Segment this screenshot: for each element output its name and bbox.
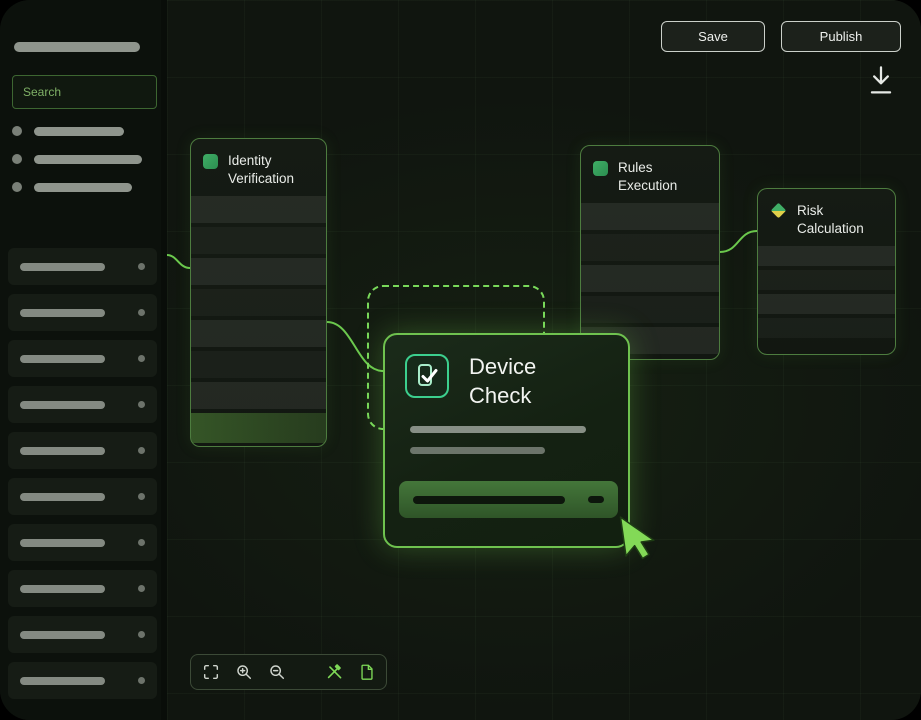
node-row-placeholder [191, 351, 326, 378]
sidebar-list-item[interactable] [8, 432, 157, 469]
drag-dot-icon [138, 309, 145, 316]
sidebar-nav-item[interactable] [12, 182, 142, 192]
sidebar-list-item[interactable] [8, 386, 157, 423]
drag-dot-icon [138, 677, 145, 684]
node-rows [191, 196, 326, 443]
row-label-placeholder [413, 496, 565, 504]
node-row-placeholder [191, 320, 326, 347]
item-label-placeholder [20, 585, 105, 593]
sidebar-list-item[interactable] [8, 616, 157, 653]
file-icon[interactable] [358, 663, 376, 681]
node-row-placeholder [191, 196, 326, 223]
node-row-placeholder [758, 246, 895, 266]
sidebar-nav [12, 126, 142, 210]
node-row-placeholder [758, 294, 895, 314]
workflow-editor-window: Save Publish Identity Verification [0, 0, 921, 720]
expand-icon[interactable] [202, 663, 220, 681]
node-rows [758, 246, 895, 338]
bullet-icon [12, 182, 22, 192]
wire-sidebar-to-identity [167, 255, 190, 268]
wire-rules-to-risk [720, 231, 757, 252]
node-row-placeholder [191, 289, 326, 316]
node-title: Device Check [469, 353, 579, 410]
drag-dot-icon [138, 447, 145, 454]
search-input[interactable] [12, 75, 157, 109]
node-header: Risk Calculation [758, 189, 895, 246]
node-row-placeholder [191, 227, 326, 254]
sidebar-block-list [8, 248, 157, 708]
drag-dot-icon [138, 539, 145, 546]
canvas-toolbar [190, 654, 387, 690]
node-header: Rules Execution [581, 146, 719, 203]
node-row-placeholder [581, 203, 719, 230]
node-header: Device Check [385, 335, 628, 410]
cursor-icon [611, 509, 664, 567]
node-title: Identity Verification [228, 152, 314, 188]
sidebar-title-placeholder [14, 42, 140, 52]
drag-dot-icon [138, 401, 145, 408]
node-row-placeholder [758, 318, 895, 338]
item-label-placeholder [20, 493, 105, 501]
node-row-placeholder [191, 382, 326, 409]
sidebar-nav-item[interactable] [12, 154, 142, 164]
node-header: Identity Verification [191, 139, 326, 196]
node-device-check[interactable]: Device Check [383, 333, 630, 548]
zoom-out-icon[interactable] [268, 663, 286, 681]
item-label-placeholder [20, 677, 105, 685]
drag-dot-icon [138, 493, 145, 500]
item-label-placeholder [20, 401, 105, 409]
node-row-highlighted [191, 413, 326, 443]
square-icon [593, 161, 608, 176]
sidebar-list-item[interactable] [8, 570, 157, 607]
node-row-placeholder [581, 296, 719, 323]
item-label-placeholder [20, 539, 105, 547]
sidebar-list-item[interactable] [8, 248, 157, 285]
row-value-placeholder [588, 496, 604, 503]
node-row-placeholder [191, 258, 326, 285]
nav-label-placeholder [34, 127, 124, 136]
publish-button[interactable]: Publish [781, 21, 901, 52]
download-icon[interactable] [866, 64, 896, 98]
node-title: Rules Execution [618, 159, 707, 195]
node-row-placeholder [581, 265, 719, 292]
sidebar-list-item[interactable] [8, 340, 157, 377]
drag-dot-icon [138, 355, 145, 362]
tools-icon[interactable] [325, 663, 343, 681]
node-risk-calculation[interactable]: Risk Calculation [757, 188, 896, 355]
item-label-placeholder [20, 447, 105, 455]
description-placeholder [410, 447, 545, 454]
node-row-highlighted[interactable] [399, 481, 618, 518]
drag-dot-icon [138, 585, 145, 592]
item-label-placeholder [20, 355, 105, 363]
item-label-placeholder [20, 631, 105, 639]
bullet-icon [12, 154, 22, 164]
node-row-placeholder [758, 270, 895, 290]
sidebar-list-item[interactable] [8, 662, 157, 699]
sidebar-list-item[interactable] [8, 478, 157, 515]
save-button[interactable]: Save [661, 21, 765, 52]
sidebar [0, 0, 167, 720]
node-identity-verification[interactable]: Identity Verification [190, 138, 327, 447]
nav-label-placeholder [34, 155, 142, 164]
square-icon [203, 154, 218, 169]
sidebar-list-item[interactable] [8, 294, 157, 331]
nav-label-placeholder [34, 183, 132, 192]
sidebar-list-item[interactable] [8, 524, 157, 561]
sidebar-nav-item[interactable] [12, 126, 142, 136]
flow-canvas[interactable]: Save Publish Identity Verification [167, 0, 921, 720]
drag-dot-icon [138, 631, 145, 638]
phone-check-icon [405, 354, 449, 398]
item-label-placeholder [20, 309, 105, 317]
node-row-placeholder [581, 234, 719, 261]
diamond-icon [770, 202, 787, 219]
node-rules-execution[interactable]: Rules Execution [580, 145, 720, 360]
zoom-in-icon[interactable] [235, 663, 253, 681]
item-label-placeholder [20, 263, 105, 271]
node-title: Risk Calculation [797, 202, 883, 238]
drag-dot-icon [138, 263, 145, 270]
description-placeholder [410, 426, 586, 433]
node-rows [581, 203, 719, 354]
bullet-icon [12, 126, 22, 136]
